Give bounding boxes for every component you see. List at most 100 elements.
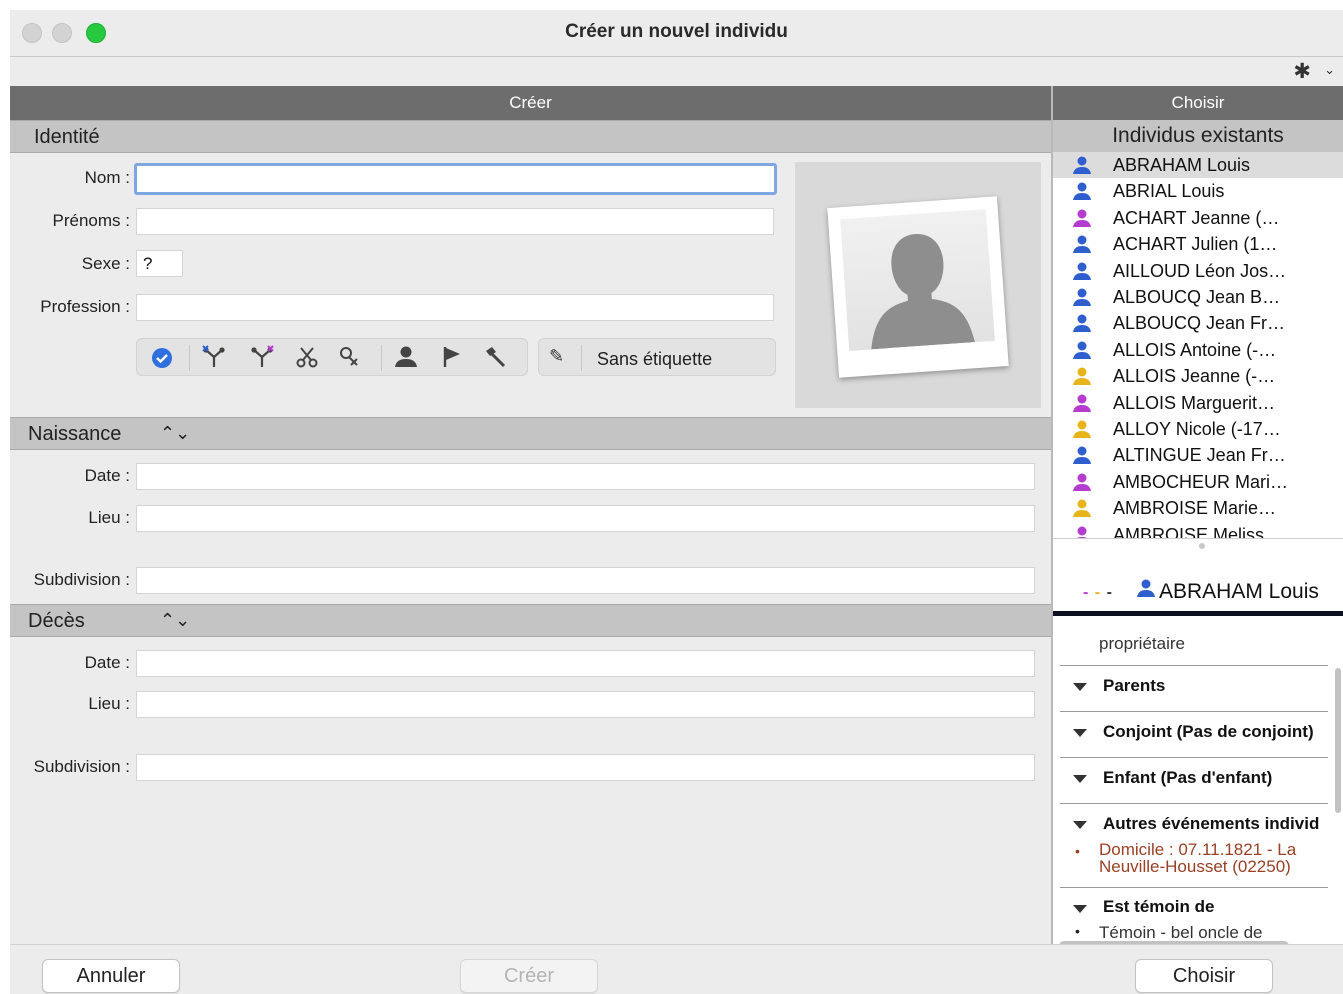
person-icon: [1073, 446, 1091, 465]
nom-input[interactable]: [134, 163, 777, 195]
death-section-header: Décès ⌃⌄: [10, 604, 1052, 637]
check-circle-icon[interactable]: [151, 347, 173, 375]
photo-area[interactable]: [795, 162, 1041, 408]
tag-label: Sans étiquette: [597, 349, 713, 369]
parents-disclosure-icon[interactable]: [1073, 683, 1087, 691]
detail-panel: propriétaire Parents Conjoint (Pas de co…: [1053, 621, 1343, 941]
death-stepper-icon[interactable]: ⌃⌄: [160, 610, 190, 631]
create-column-header: Créer: [10, 86, 1051, 120]
list-item[interactable]: AMBROISE Meliss…: [1053, 522, 1343, 538]
list-item[interactable]: ALLOIS Jeanne (-…: [1053, 363, 1343, 389]
nom-label: Nom :: [84, 168, 130, 187]
profession-input[interactable]: [136, 294, 774, 321]
witness-disclosure-icon[interactable]: [1073, 905, 1087, 913]
list-item[interactable]: ALLOIS Antoine (-…: [1053, 337, 1343, 363]
list-item[interactable]: ABRAHAM Louis: [1053, 152, 1343, 179]
witness-item[interactable]: Témoin - bel oncle de: [1099, 923, 1262, 941]
person-icon: [1076, 526, 1088, 538]
create-button[interactable]: Créer: [460, 959, 598, 993]
death-date-input[interactable]: [136, 650, 1035, 677]
profession-label: Profession :: [40, 297, 130, 316]
tree-purple-x-icon[interactable]: [249, 345, 275, 375]
person-icon: [1073, 209, 1091, 227]
individual-name: ALLOIS Jeanne (-…: [1113, 366, 1276, 387]
birth-subdivision-label: Subdivision :: [33, 570, 130, 589]
button-bar: Annuler Créer Choisir: [10, 944, 1343, 994]
person-icon: [1073, 499, 1091, 518]
window-title: Créer un nouvel individu: [565, 21, 788, 42]
individual-name: ACHART Julien (1…: [1113, 234, 1278, 255]
list-item[interactable]: ACHART Jeanne (…: [1053, 205, 1343, 231]
list-item[interactable]: ABRIAL Louis: [1053, 178, 1343, 204]
individual-name: ABRIAL Louis: [1113, 181, 1225, 202]
person-icon: [1073, 367, 1091, 386]
tag-selector[interactable]: ✎ Sans étiquette: [538, 338, 776, 376]
birth-place-input[interactable]: [136, 505, 1035, 532]
individual-name: ALBOUCQ Jean Fr…: [1113, 313, 1286, 334]
list-item[interactable]: ALTINGUE Jean Fr…: [1053, 442, 1343, 468]
prenoms-label: Prénoms :: [52, 211, 130, 230]
birth-date-input[interactable]: [136, 463, 1035, 490]
person-icon: [1073, 182, 1091, 201]
domicile-event[interactable]: Domicile : 07.11.1821 - La Neuville-Hous…: [1099, 841, 1319, 875]
birth-subdivision-input[interactable]: [136, 567, 1035, 594]
individual-name: AMBROISE Marie…: [1113, 498, 1277, 519]
person-icon: [1073, 473, 1091, 491]
list-item[interactable]: ACHART Julien (1…: [1053, 231, 1343, 257]
enfant-title[interactable]: Enfant (Pas d'enfant): [1103, 768, 1272, 788]
detail-vertical-scrollbar[interactable]: [1335, 668, 1341, 813]
death-subdivision-input[interactable]: [136, 754, 1035, 781]
tree-blue-x-icon[interactable]: [201, 345, 227, 375]
individual-name: ALLOY Nicole (-17…: [1113, 419, 1281, 439]
unlink-icon[interactable]: [337, 345, 361, 375]
birth-stepper-icon[interactable]: ⌃⌄: [160, 423, 190, 444]
person-icon: [1073, 262, 1091, 280]
chevron-down-icon[interactable]: ⌄: [1324, 62, 1335, 78]
list-item[interactable]: AMBOCHEUR Mari…: [1053, 469, 1343, 495]
person-icon: [1073, 156, 1091, 174]
sexe-label: Sexe :: [81, 254, 130, 273]
death-section-title: Décès: [28, 610, 85, 632]
list-item[interactable]: ALBOUCQ Jean B…: [1053, 284, 1343, 310]
cancel-button[interactable]: Annuler: [42, 959, 180, 993]
identity-tools: [136, 338, 528, 376]
list-item[interactable]: AMBROISE Marie…: [1053, 495, 1343, 521]
individual-name: ABRAHAM Louis: [1113, 155, 1251, 175]
list-item[interactable]: AILLOUD Léon Jos…: [1053, 258, 1343, 284]
prenoms-input[interactable]: [136, 208, 774, 235]
identity-section-header: Identité: [10, 120, 1052, 153]
witness-title[interactable]: Est témoin de: [1103, 897, 1214, 917]
person-icon: [1073, 420, 1091, 438]
death-place-input[interactable]: [136, 691, 1035, 718]
individual-name: AILLOUD Léon Jos…: [1113, 260, 1287, 281]
list-item[interactable]: ALBOUCQ Jean Fr…: [1053, 310, 1343, 336]
parents-title[interactable]: Parents: [1103, 676, 1165, 696]
scissors-icon[interactable]: [295, 345, 319, 375]
other-events-disclosure-icon[interactable]: [1073, 821, 1087, 829]
death-place-label: Lieu :: [88, 694, 130, 713]
death-date-label: Date :: [84, 653, 130, 672]
person-icon[interactable]: [393, 345, 419, 375]
individual-name: AMBOCHEUR Mari…: [1113, 471, 1289, 492]
individual-name: AMBROISE Meliss…: [1113, 524, 1283, 538]
gear-icon[interactable]: ✱: [1293, 59, 1311, 84]
choose-button[interactable]: Choisir: [1135, 959, 1273, 993]
panel-splitter[interactable]: [1053, 538, 1343, 568]
individual-name: ALLOIS Antoine (-…: [1113, 339, 1277, 360]
birth-date-label: Date :: [84, 466, 130, 485]
enfant-disclosure-icon[interactable]: [1073, 775, 1087, 783]
list-item[interactable]: ALLOIS Marguerit…: [1053, 390, 1343, 416]
pencil-icon: ✎: [549, 346, 565, 366]
list-item[interactable]: ALLOY Nicole (-17…: [1053, 416, 1343, 442]
detail-header: - - - ABRAHAM Louis: [1053, 568, 1343, 616]
flag-icon[interactable]: [441, 345, 463, 375]
gavel-icon[interactable]: [483, 345, 507, 375]
photo-placeholder: [827, 196, 1009, 378]
person-icon: [1073, 288, 1091, 306]
individuals-list[interactable]: ABRAHAM Louis ABRIAL Louis ACHART Jeanne (…: [1053, 152, 1343, 538]
other-events-title[interactable]: Autres événements individ: [1103, 814, 1319, 834]
sexe-field[interactable]: ?: [136, 250, 183, 277]
conjoint-title[interactable]: Conjoint (Pas de conjoint): [1103, 722, 1314, 742]
conjoint-disclosure-icon[interactable]: [1073, 729, 1087, 737]
detail-name: ABRAHAM Louis: [1159, 580, 1319, 603]
